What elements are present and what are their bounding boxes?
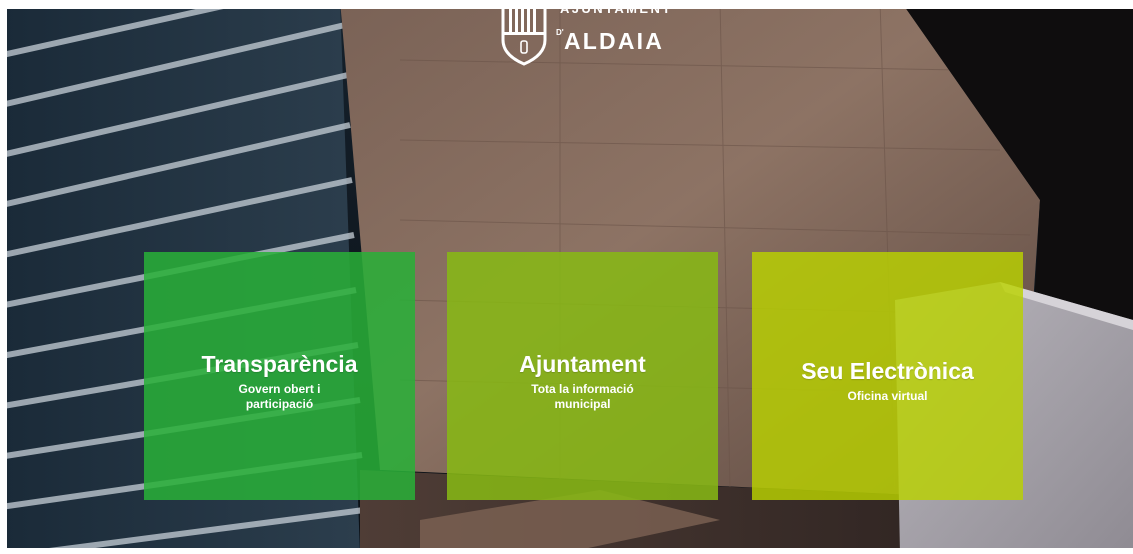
hero-banner: AJUNTAMENT D' ALDAIA Transparència Gover…	[0, 0, 1133, 554]
page-edge	[0, 548, 1133, 554]
card-subtitle: Govern obert i participació	[238, 381, 321, 411]
card-seu-electronica[interactable]: Seu Electrònica Oficina virtual	[752, 252, 1023, 500]
page-edge	[0, 0, 7, 554]
site-logo[interactable]: AJUNTAMENT D' ALDAIA	[500, 0, 670, 70]
card-title: Ajuntament	[519, 350, 646, 377]
card-ajuntament[interactable]: Ajuntament Tota la informació municipal	[447, 252, 718, 500]
logo-text-top: AJUNTAMENT	[560, 1, 673, 16]
card-title: Seu Electrònica	[801, 358, 974, 384]
shield-crest-icon	[501, 0, 547, 66]
card-transparencia[interactable]: Transparència Govern obert i participaci…	[144, 252, 415, 500]
card-subtitle: Tota la informació municipal	[531, 381, 634, 411]
card-title: Transparència	[201, 350, 358, 377]
card-subtitle: Oficina virtual	[847, 389, 928, 403]
logo-text-d: D'	[556, 28, 564, 37]
logo-text-main: ALDAIA	[564, 28, 665, 54]
